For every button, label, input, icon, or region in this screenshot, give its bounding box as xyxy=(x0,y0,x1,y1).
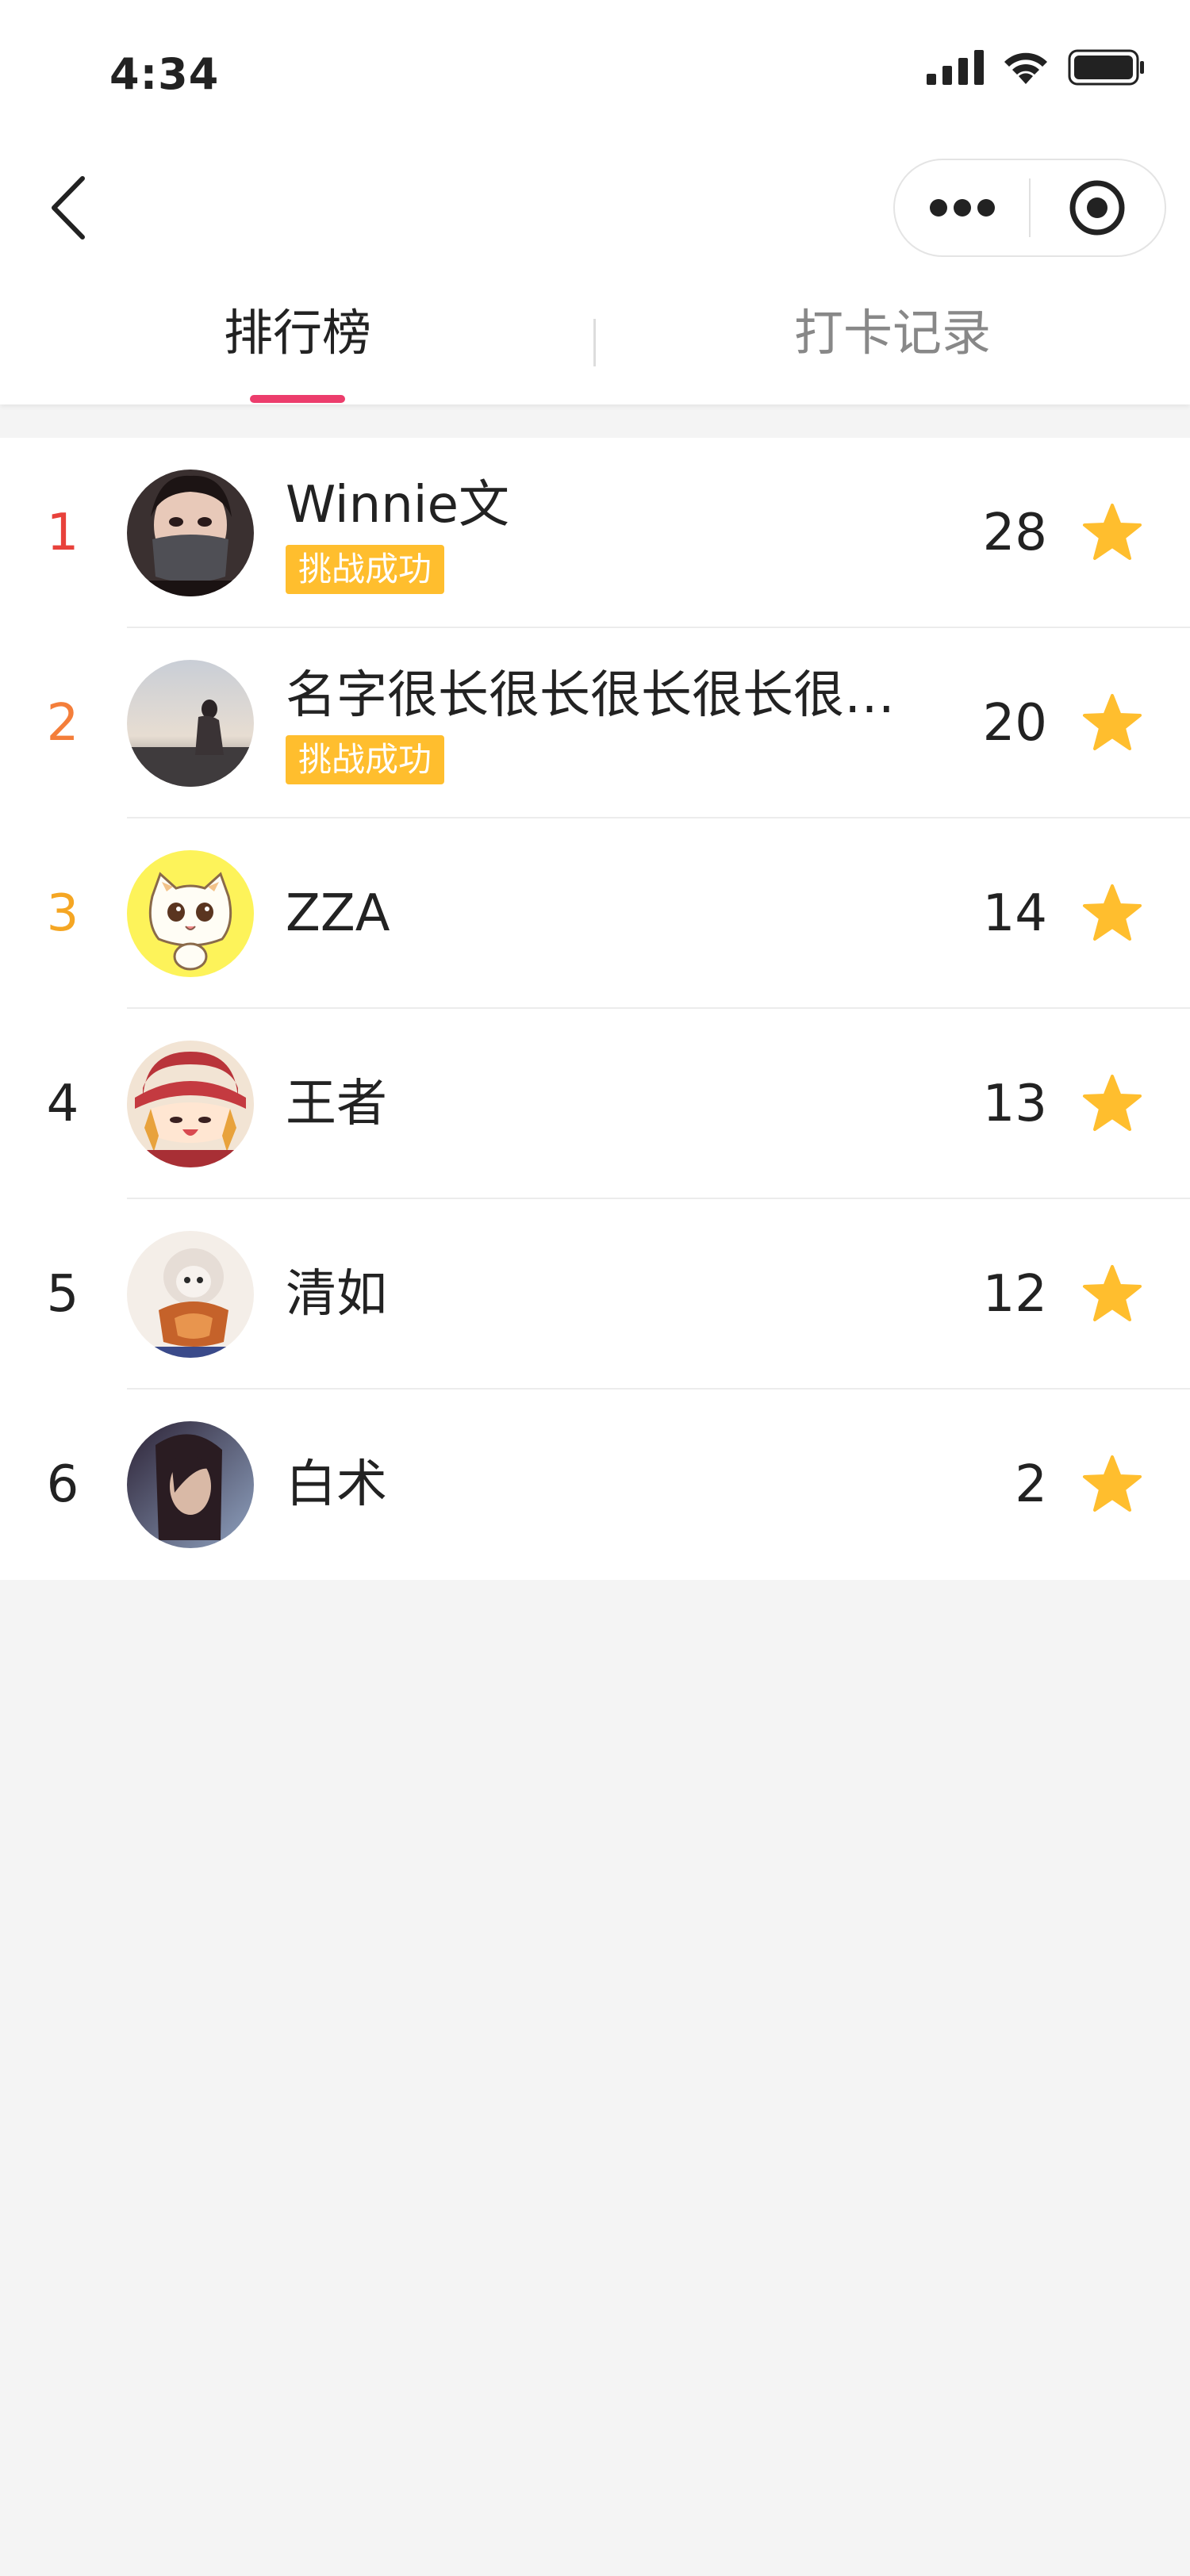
ranking-row[interactable]: 4 王者 13 xyxy=(0,1009,1190,1199)
name-block: Winnie文 挑战成功 xyxy=(286,438,904,628)
rank-number: 6 xyxy=(46,1455,79,1514)
rank-number: 3 xyxy=(46,884,79,943)
close-button[interactable] xyxy=(1031,160,1165,255)
star-icon xyxy=(1083,694,1142,750)
score: 14 xyxy=(982,884,1047,943)
signal-icon xyxy=(927,50,984,85)
user-name: ZZA xyxy=(286,884,390,943)
wifi-icon xyxy=(1004,52,1047,84)
user-name: 名字很长很长很长很长很长很… xyxy=(286,666,904,725)
challenge-success-badge: 挑战成功 xyxy=(286,735,445,784)
more-dots-icon xyxy=(929,199,995,217)
ranking-row[interactable]: 2 名字很长很长很长很长很长很… 挑战成功 20 xyxy=(0,628,1190,818)
close-target-icon xyxy=(1069,180,1125,236)
avatar xyxy=(127,470,254,596)
status-time: 4:34 xyxy=(109,49,220,99)
name-block: 清如 xyxy=(286,1199,904,1390)
star-icon xyxy=(1083,1265,1142,1321)
ranking-row[interactable]: 5 清如 12 xyxy=(0,1199,1190,1390)
battery-icon xyxy=(1068,49,1144,86)
user-name: 王者 xyxy=(286,1075,387,1133)
star-icon xyxy=(1083,884,1142,941)
ranking-row[interactable]: 6 白术 2 xyxy=(0,1390,1190,1580)
rank-number: 1 xyxy=(46,504,79,562)
ranking-row[interactable]: 3 ZZA 14 xyxy=(0,818,1190,1009)
score: 20 xyxy=(982,694,1047,753)
tab-separator xyxy=(593,319,596,366)
user-name: 白术 xyxy=(286,1455,387,1514)
ranking-list: 1 Winnie文 挑战成功 28 2 名字很长很长很长很长很长 挑战成功 20… xyxy=(0,438,1190,1580)
score: 13 xyxy=(982,1075,1047,1133)
mini-program-capsule xyxy=(893,159,1166,257)
star-icon xyxy=(1083,1075,1142,1131)
score: 28 xyxy=(982,504,1047,562)
name-block: ZZA xyxy=(286,818,904,1009)
name-block: 王者 xyxy=(286,1009,904,1199)
tab-active-underline xyxy=(250,395,345,403)
tab-ranking-label: 排行榜 xyxy=(223,304,371,362)
rank-number: 2 xyxy=(46,694,79,753)
tab-checkin-records-label: 打卡记录 xyxy=(793,304,991,362)
name-block: 白术 xyxy=(286,1390,904,1580)
avatar xyxy=(127,660,254,787)
ranking-row[interactable]: 1 Winnie文 挑战成功 28 xyxy=(0,438,1190,628)
score: 2 xyxy=(1015,1455,1047,1514)
rank-number: 5 xyxy=(46,1265,79,1324)
top-bar: 4:34 排行榜 打卡记录 xyxy=(0,0,1190,404)
avatar xyxy=(127,850,254,977)
avatar xyxy=(127,1231,254,1358)
tab-ranking[interactable]: 排行榜 xyxy=(0,293,595,404)
tab-checkin-records[interactable]: 打卡记录 xyxy=(595,293,1190,404)
rank-number: 4 xyxy=(46,1075,79,1133)
star-icon xyxy=(1083,504,1142,560)
name-block: 名字很长很长很长很长很长很… 挑战成功 xyxy=(286,628,904,818)
challenge-success-badge: 挑战成功 xyxy=(286,545,445,594)
more-button[interactable] xyxy=(895,160,1029,255)
star-icon xyxy=(1083,1455,1142,1512)
back-arrow-icon xyxy=(52,176,85,240)
back-button[interactable] xyxy=(36,168,100,247)
score: 12 xyxy=(982,1265,1047,1324)
avatar xyxy=(127,1041,254,1167)
status-icons xyxy=(927,49,1146,86)
user-name: 清如 xyxy=(286,1265,387,1324)
avatar xyxy=(127,1421,254,1548)
user-name: Winnie文 xyxy=(286,476,509,535)
